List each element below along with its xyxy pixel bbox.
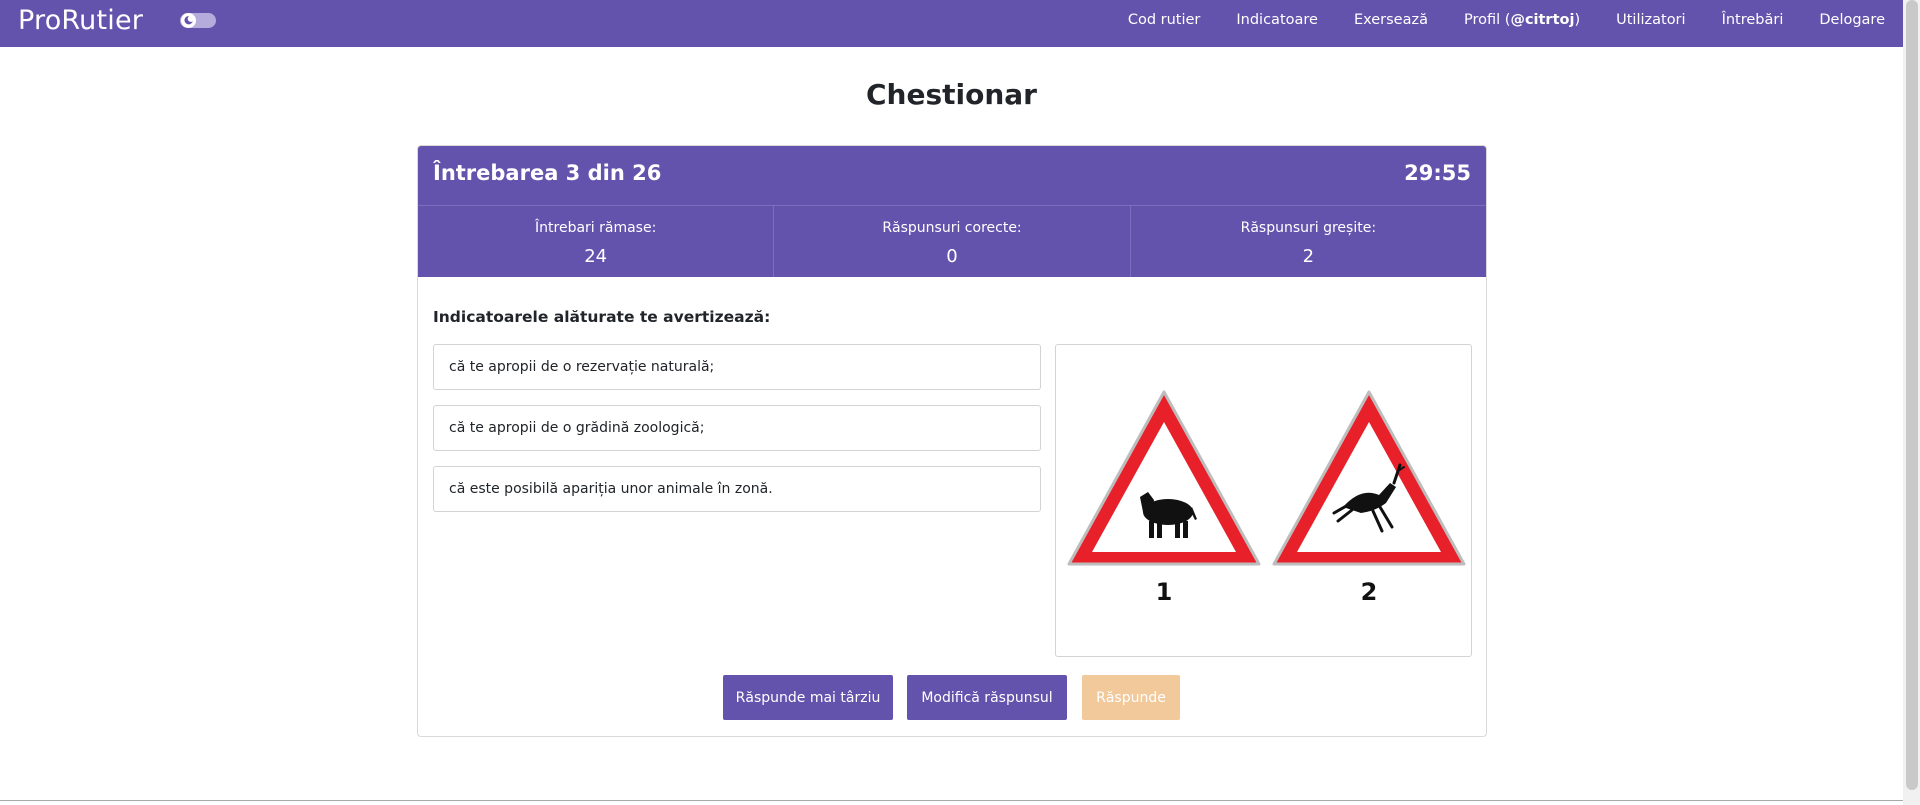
stat-value: 0 (946, 246, 958, 267)
nav-delogare[interactable]: Delogare (1819, 12, 1885, 28)
nav-profil-suffix: ) (1574, 12, 1581, 28)
brand-logo[interactable]: ProRutier (18, 5, 143, 36)
top-navbar: ProRutier Cod rutier Indicatoare Exersea… (0, 0, 1903, 47)
nav-exerseaza[interactable]: Exersează (1354, 12, 1428, 28)
theme-toggle[interactable] (180, 13, 216, 28)
vertical-scrollbar[interactable] (1903, 0, 1920, 805)
nav-cod-rutier[interactable]: Cod rutier (1128, 12, 1201, 28)
nav-profil-username: @citrtoj (1510, 12, 1575, 28)
nav-indicatoare[interactable]: Indicatoare (1236, 12, 1318, 28)
nav-menu: Cod rutier Indicatoare Exersează Profil … (1128, 0, 1885, 40)
deer-warning-sign (1272, 390, 1466, 566)
modify-answer-button[interactable]: Modifică răspunsul (907, 675, 1067, 720)
stat-value: 2 (1302, 246, 1315, 267)
stat-label: Răspunsuri corecte: (882, 220, 1022, 236)
stat-correct: Răspunsuri corecte: 0 (773, 206, 1129, 277)
stat-label: Răspunsuri greșite: (1240, 220, 1377, 236)
question-counter: Întrebarea 3 din 26 (433, 161, 662, 185)
quiz-header: Întrebarea 3 din 26 29:55 (418, 146, 1486, 205)
nav-profil[interactable]: Profil (@citrtoj) (1464, 12, 1580, 28)
answer-option-1[interactable]: că te apropii de o rezervație naturală; (433, 344, 1041, 390)
stat-label: Întrebari rămase: (535, 220, 657, 236)
page-title: Chestionar (866, 78, 1037, 111)
question-image: 1 2 (1055, 344, 1472, 657)
answer-option-3[interactable]: că este posibilă apariția unor animale î… (433, 466, 1041, 512)
answer-option-2[interactable]: că te apropii de o grădină zoologică; (433, 405, 1041, 451)
quiz-timer: 29:55 (1404, 161, 1471, 185)
sign-number-1: 1 (1156, 578, 1173, 606)
nav-profil-prefix: Profil ( (1464, 12, 1511, 28)
stat-remaining: Întrebari rămase: 24 (418, 206, 773, 277)
answer-later-button[interactable]: Răspunde mai târziu (723, 675, 893, 720)
scrollbar-thumb[interactable] (1906, 0, 1918, 790)
moon-icon (181, 13, 196, 28)
quiz-stats: Întrebari rămase: 24 Răspunsuri corecte:… (418, 205, 1486, 277)
submit-answer-button[interactable]: Răspunde (1082, 675, 1180, 720)
cattle-warning-sign (1067, 390, 1261, 566)
quiz-card: Întrebarea 3 din 26 29:55 Întrebari răma… (417, 145, 1487, 737)
stat-wrong: Răspunsuri greșite: 2 (1129, 206, 1486, 277)
bottom-divider (0, 800, 1903, 801)
stat-value: 24 (584, 246, 608, 267)
nav-intrebari[interactable]: Întrebări (1722, 12, 1784, 28)
question-text: Indicatoarele alăturate te avertizează: (433, 308, 771, 326)
sign-number-2: 2 (1361, 578, 1378, 606)
nav-utilizatori[interactable]: Utilizatori (1616, 12, 1685, 28)
